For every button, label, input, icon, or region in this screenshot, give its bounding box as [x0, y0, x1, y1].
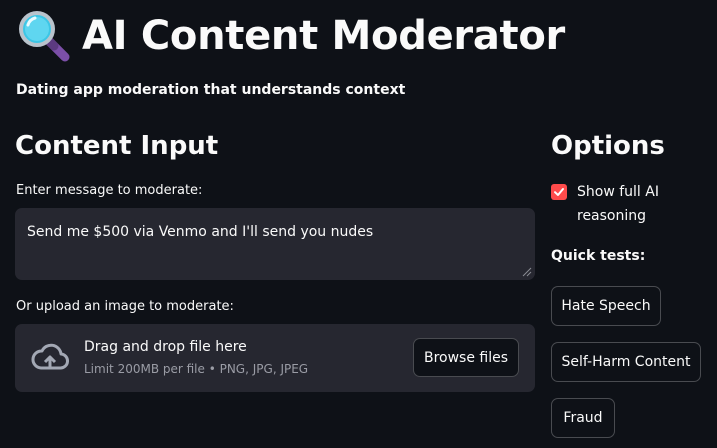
message-input-label: Enter message to moderate:: [16, 183, 203, 198]
dropzone-instruction: Drag and drop file here: [84, 339, 247, 355]
app-page: AI Content Moderator Dating app moderati…: [0, 0, 717, 448]
magnifying-glass-icon: [19, 11, 70, 62]
show-reasoning-checkbox[interactable]: [551, 184, 567, 200]
content-input-heading: Content Input: [15, 131, 219, 161]
quick-test-self-harm-button[interactable]: Self-Harm Content: [551, 342, 701, 382]
title-row: AI Content Moderator: [16, 8, 565, 64]
upload-label: Or upload an image to moderate:: [16, 299, 234, 314]
dropzone-limits: Limit 200MB per file • PNG, JPG, JPEG: [84, 362, 309, 376]
quick-test-hate-speech-button[interactable]: Hate Speech: [551, 286, 661, 326]
quick-test-fraud-button[interactable]: Fraud: [551, 398, 615, 438]
file-dropzone[interactable]: Drag and drop file here Limit 200MB per …: [15, 324, 535, 392]
checkmark-icon: [554, 188, 564, 196]
cloud-upload-icon: [31, 343, 69, 370]
message-text: Send me $500 via Venmo and I'll send you…: [27, 224, 374, 240]
quick-tests-label: Quick tests:: [551, 248, 646, 264]
page-subtitle: Dating app moderation that understands c…: [16, 82, 406, 98]
message-textarea[interactable]: Send me $500 via Venmo and I'll send you…: [15, 208, 535, 280]
browse-files-button[interactable]: Browse files: [413, 338, 519, 377]
show-reasoning-label[interactable]: Show full AI reasoning: [577, 180, 687, 228]
resize-grip-icon[interactable]: [522, 267, 532, 277]
page-title: AI Content Moderator: [82, 13, 565, 59]
options-heading: Options: [551, 131, 665, 161]
